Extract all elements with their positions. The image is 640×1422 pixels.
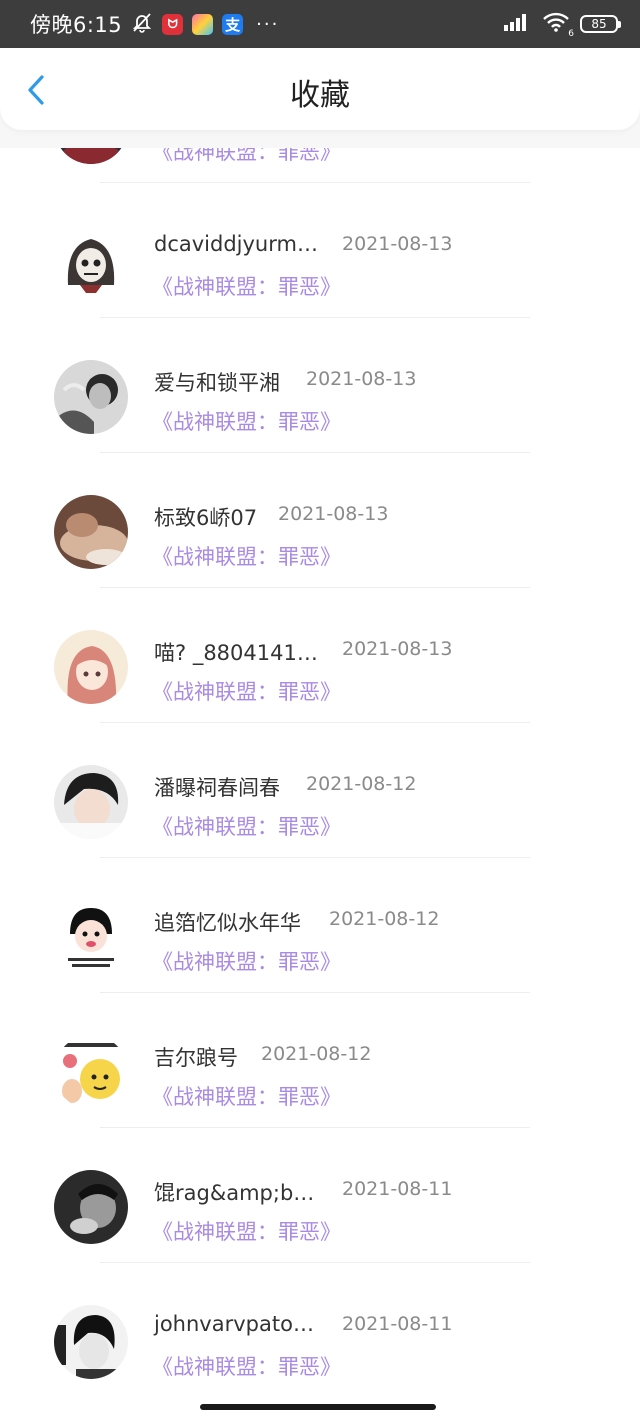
more-notifications-icon: ···: [256, 13, 280, 35]
favorite-date: 2021-08-13: [306, 368, 417, 390]
app-gallery-icon: [192, 13, 214, 35]
app-red-icon: ᗢ: [162, 13, 184, 35]
home-indicator[interactable]: [200, 1404, 436, 1410]
avatar[interactable]: [54, 360, 128, 434]
user-name[interactable]: johnvarvpato…: [154, 1312, 314, 1336]
favorite-date: 2021-08-13: [278, 503, 389, 525]
list-item[interactable]: 潘曝祠春闾春 2021-08-12 《战神联盟：罪恶》: [0, 723, 640, 858]
favorite-date: 2021-08-13: [342, 233, 453, 255]
avatar[interactable]: [54, 1035, 128, 1109]
list-item[interactable]: johnvarvpato… 2021-08-11 《战神联盟：罪恶》: [0, 1263, 640, 1398]
user-name[interactable]: 馄rag&amp;b…: [154, 1177, 314, 1207]
alipay-icon: 支: [222, 13, 244, 35]
battery-icon: 85: [580, 15, 621, 33]
list-item[interactable]: 馄rag&amp;b… 2021-08-11 《战神联盟：罪恶》: [0, 1128, 640, 1263]
user-name[interactable]: 潘曝祠春闾春: [154, 772, 280, 802]
avatar[interactable]: [54, 1170, 128, 1244]
favorite-title[interactable]: 《战神联盟：罪恶》: [152, 541, 341, 571]
avatar[interactable]: [54, 1305, 128, 1379]
battery-level: 85: [591, 17, 607, 31]
list-item[interactable]: 爱与和锁平湘 2021-08-13 《战神联盟：罪恶》: [0, 318, 640, 453]
status-time: 傍晚6:15: [30, 13, 123, 37]
list-item[interactable]: 标致6峤07 2021-08-13 《战神联盟：罪恶》: [0, 453, 640, 588]
favorite-title[interactable]: 《战神联盟：罪恶》: [152, 811, 341, 841]
wifi-badge: 6: [568, 29, 574, 39]
list-item[interactable]: dcaviddjyurm… 2021-08-13 《战神联盟：罪恶》: [0, 183, 640, 318]
avatar[interactable]: [54, 225, 128, 299]
avatar[interactable]: [54, 765, 128, 839]
favorite-date: 2021-08-11: [342, 1313, 453, 1335]
favorite-title[interactable]: 《战神联盟：罪恶》: [152, 1351, 341, 1381]
notification-muted-icon: [131, 11, 153, 37]
status-bar: 傍晚6:15 ᗢ 支 ··· 6 85: [0, 0, 640, 48]
favorite-title[interactable]: 《战神联盟：罪恶》: [152, 271, 341, 301]
favorite-title[interactable]: 《战神联盟：罪恶》: [152, 1216, 341, 1246]
favorite-title[interactable]: 《战神联盟：罪恶》: [152, 1081, 341, 1111]
user-name[interactable]: 标致6峤07: [154, 502, 257, 532]
favorite-date: 2021-08-12: [329, 908, 440, 930]
wifi-icon: 6: [542, 11, 574, 39]
page-title: 收藏: [290, 78, 350, 113]
avatar[interactable]: [54, 495, 128, 569]
avatar[interactable]: [54, 630, 128, 704]
favorite-date: 2021-08-12: [261, 1043, 372, 1065]
list-item[interactable]: 吉尔踉号 2021-08-12 《战神联盟：罪恶》: [0, 993, 640, 1128]
favorite-date: 2021-08-12: [306, 773, 417, 795]
user-name[interactable]: 吉尔踉号: [154, 1042, 238, 1072]
user-name[interactable]: dcaviddjyurm…: [154, 232, 318, 256]
user-name[interactable]: 喵? _8804141…: [154, 637, 318, 667]
user-name[interactable]: 爱与和锁平湘: [154, 367, 280, 397]
favorite-date: 2021-08-13: [342, 638, 453, 660]
user-name[interactable]: 追箔忆似水年华: [154, 907, 301, 937]
signal-icon: [502, 12, 532, 36]
header: 收藏: [0, 48, 640, 130]
favorite-date: 2021-08-11: [342, 1178, 453, 1200]
favorite-title[interactable]: 《战神联盟：罪恶》: [152, 406, 341, 436]
list-item[interactable]: 追箔忆似水年华 2021-08-12 《战神联盟：罪恶》: [0, 858, 640, 993]
favorites-screen: 傍晚6:15 ᗢ 支 ··· 6 85 收藏 《战神联盟：罪恶》 dcavidd…: [0, 0, 640, 1422]
favorite-title[interactable]: 《战神联盟：罪恶》: [152, 676, 341, 706]
avatar[interactable]: [54, 900, 128, 974]
list-item[interactable]: 喵? _8804141… 2021-08-13 《战神联盟：罪恶》: [0, 588, 640, 723]
favorite-title[interactable]: 《战神联盟：罪恶》: [152, 946, 341, 976]
